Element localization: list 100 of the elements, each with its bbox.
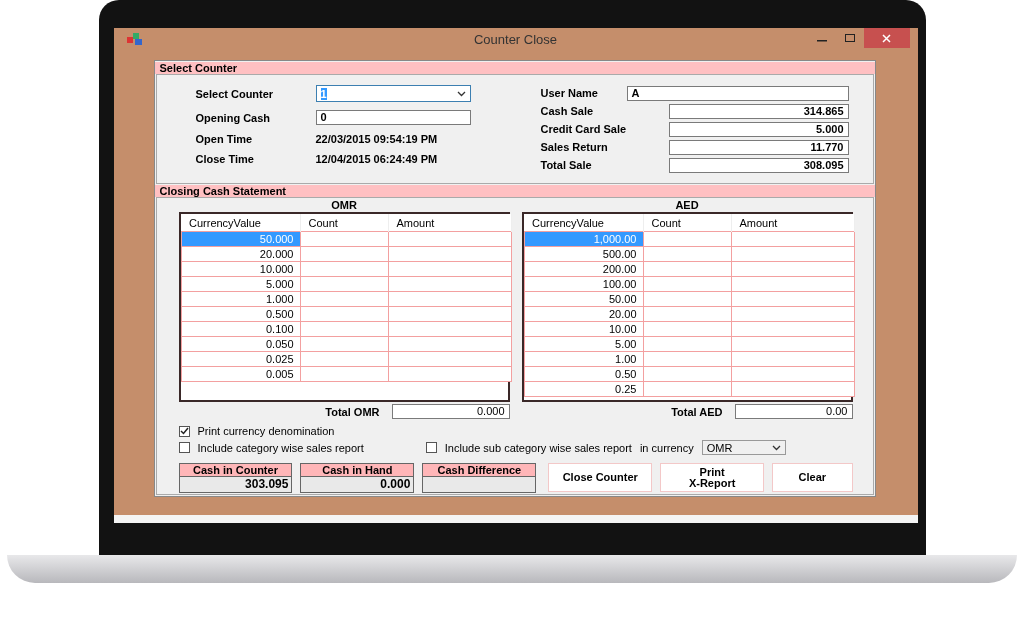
table-cell[interactable] — [731, 321, 854, 337]
table-cell[interactable] — [731, 276, 854, 292]
table-cell[interactable] — [643, 381, 731, 397]
table-cell[interactable]: 0.050 — [181, 336, 300, 352]
table-cell[interactable] — [300, 306, 388, 322]
table-cell[interactable] — [388, 231, 511, 247]
table-cell[interactable] — [643, 366, 731, 382]
field-label: Total Sale — [540, 159, 593, 171]
table-cell[interactable] — [731, 291, 854, 307]
field-label: Select Counter — [195, 87, 275, 100]
table-cell[interactable] — [388, 351, 511, 367]
table-cell[interactable] — [388, 261, 511, 277]
field-label: Open Time — [195, 133, 254, 145]
text-field[interactable]: 11.770 — [668, 139, 849, 155]
table-cell[interactable]: 0.100 — [181, 321, 300, 337]
time-value: 22/03/2015 09:54:19 PM — [315, 133, 439, 145]
text-field[interactable]: 308.095 — [668, 157, 849, 173]
summary-label: Cash in Hand — [301, 464, 414, 477]
action-button[interactable]: Clear — [772, 463, 853, 492]
table-cell[interactable]: 0.500 — [181, 306, 300, 322]
table-cell[interactable] — [643, 231, 731, 247]
table-cell[interactable] — [300, 321, 388, 337]
table-cell[interactable] — [731, 306, 854, 322]
table-cell[interactable] — [388, 291, 511, 307]
table-cell[interactable] — [388, 306, 511, 322]
table-cell[interactable]: 50.00 — [524, 291, 643, 307]
checkbox-label: Print currency denomination — [197, 425, 335, 437]
table-cell[interactable]: 5.000 — [181, 276, 300, 292]
table-cell[interactable]: 10.000 — [181, 261, 300, 277]
table-cell[interactable]: 0.025 — [181, 351, 300, 367]
table-cell[interactable] — [731, 336, 854, 352]
table-cell[interactable] — [643, 321, 731, 337]
grid-title: AED — [674, 198, 700, 212]
table-cell[interactable] — [643, 306, 731, 322]
table-cell[interactable] — [643, 276, 731, 292]
text-field[interactable]: A — [626, 85, 849, 101]
checkbox[interactable] — [425, 442, 437, 453]
checkbox[interactable] — [178, 425, 190, 437]
field-label: Opening Cash — [195, 111, 272, 124]
table-cell[interactable] — [300, 336, 388, 352]
time-value: 12/04/2015 06:24:49 PM — [315, 153, 439, 165]
currency-dropdown[interactable]: OMR — [701, 440, 786, 455]
table-cell[interactable] — [300, 291, 388, 307]
checkbox-label: Include category wise sales report — [197, 441, 364, 454]
table-cell[interactable]: 5.00 — [524, 336, 643, 352]
column-header: Count — [643, 214, 731, 232]
text-field[interactable]: 5.000 — [668, 121, 849, 137]
table-cell[interactable]: 0.005 — [181, 366, 300, 382]
table-cell[interactable] — [388, 366, 511, 382]
table-cell[interactable]: 1.00 — [524, 351, 643, 367]
checkbox-label: Include sub category wise sales report — [444, 441, 632, 454]
table-cell[interactable] — [388, 321, 511, 337]
field-label: Credit Card Sale — [540, 123, 628, 135]
table-cell[interactable] — [731, 261, 854, 277]
text-field[interactable]: 0 — [315, 110, 471, 125]
text-field[interactable]: 314.865 — [668, 103, 849, 119]
field-label: Sales Return — [540, 141, 609, 153]
checkbox[interactable] — [178, 442, 190, 453]
table-cell[interactable] — [643, 351, 731, 367]
table-cell[interactable]: 0.25 — [524, 381, 643, 397]
table-cell[interactable] — [300, 261, 388, 277]
table-cell[interactable] — [731, 351, 854, 367]
table-cell[interactable] — [300, 351, 388, 367]
table-cell[interactable] — [643, 246, 731, 262]
summary-value: 0.000 — [379, 477, 412, 492]
table-cell[interactable]: 100.00 — [524, 276, 643, 292]
chevron-down-icon — [456, 90, 466, 97]
table-cell[interactable] — [300, 231, 388, 247]
table-cell[interactable] — [388, 246, 511, 262]
table-cell[interactable] — [643, 291, 731, 307]
total-label: Total OMR — [325, 405, 380, 418]
table-cell[interactable] — [643, 261, 731, 277]
checkmark-icon — [179, 427, 189, 435]
text-field[interactable]: 0.000 — [391, 404, 510, 419]
maximize-icon — [844, 34, 855, 42]
table-cell[interactable] — [731, 381, 854, 397]
table-cell[interactable]: 10.00 — [524, 321, 643, 337]
table-cell[interactable] — [388, 276, 511, 292]
table-cell[interactable]: 1.000 — [181, 291, 300, 307]
table-cell[interactable] — [731, 231, 854, 247]
action-button[interactable]: Close Counter — [548, 463, 653, 492]
table-cell[interactable] — [388, 336, 511, 352]
table-cell[interactable] — [300, 246, 388, 262]
table-cell[interactable]: 20.000 — [181, 246, 300, 262]
table-cell[interactable] — [731, 246, 854, 262]
table-cell[interactable]: 0.50 — [524, 366, 643, 382]
field-label: in currency — [639, 441, 694, 454]
summary-label: Cash in Counter — [179, 464, 292, 477]
table-cell[interactable]: 20.00 — [524, 306, 643, 322]
table-cell[interactable] — [300, 276, 388, 292]
summary-value: 303.095 — [244, 477, 290, 492]
table-cell[interactable]: 500.00 — [524, 246, 643, 262]
action-button[interactable]: Print X-Report — [660, 463, 765, 492]
total-label: Total AED — [671, 405, 723, 418]
table-cell[interactable]: 200.00 — [524, 261, 643, 277]
table-cell[interactable] — [731, 366, 854, 382]
table-cell[interactable] — [643, 336, 731, 352]
text-field[interactable]: 0.00 — [734, 404, 853, 419]
grid-title: OMR — [330, 198, 358, 212]
table-cell[interactable] — [300, 366, 388, 382]
